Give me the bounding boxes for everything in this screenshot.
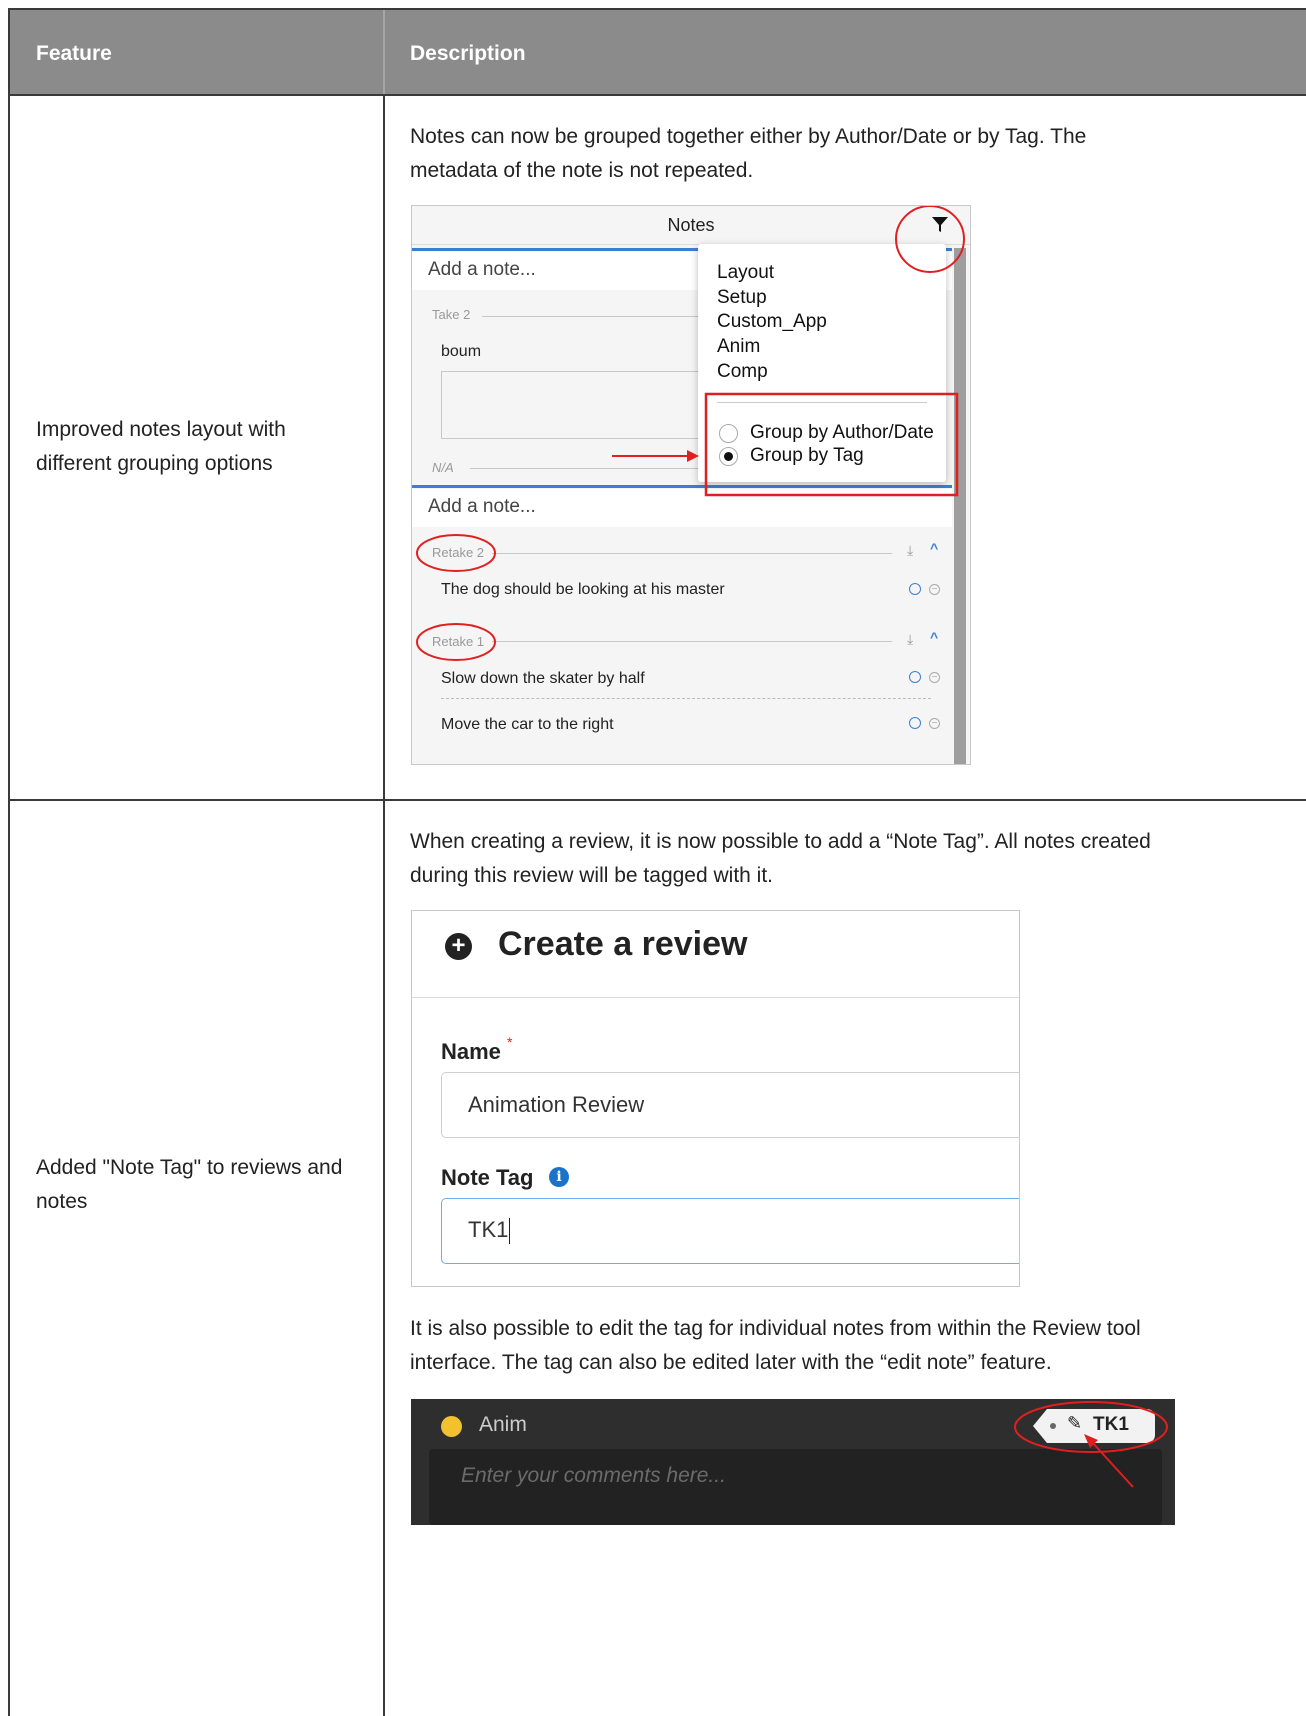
description-text: When creating a review, it is now possib… [410,830,1151,887]
review-form-title: Create a review [498,925,748,963]
review-name-input[interactable]: Animation Review [441,1072,1019,1138]
note-tag-input[interactable]: TK1 [441,1198,1019,1264]
title-divider [412,997,1019,998]
row-divider [10,799,1306,801]
table-header-row: Feature Description [10,10,1306,94]
row-divider [10,94,1306,96]
review-name-value: Animation Review [468,1092,645,1117]
create-review-screenshot: + Create a review Name * Animation Revie… [411,910,1020,1287]
info-icon[interactable]: i [549,1167,569,1187]
required-asterisk: * [507,1034,513,1050]
text-cursor [509,1218,511,1245]
notes-panel-screenshot: Notes Add a note... Take 2 boum N/A Add … [411,205,971,765]
column-divider [383,10,385,1716]
header-feature: Feature [36,42,112,65]
annotation-overlay [416,206,965,661]
review-tool-screenshot: Anim Enter your comments here... ✎ TK1 [411,1399,1175,1525]
description-text: Notes can now be grouped together either… [410,125,1087,182]
plus-circle-icon: + [445,933,472,960]
note-tag-label: Note Tag [441,1165,534,1190]
annotation-overlay [1014,1401,1168,1488]
description-text: It is also possible to edit the tag for … [410,1317,1141,1374]
header-divider [383,10,385,94]
name-label: Name [441,1039,501,1064]
note-tag-value: TK1 [468,1217,509,1242]
feature-cell: Added "Note Tag" to reviews and notes [36,1156,343,1213]
header-description: Description [410,42,526,65]
feature-cell: Improved notes layout with different gro… [36,418,286,475]
